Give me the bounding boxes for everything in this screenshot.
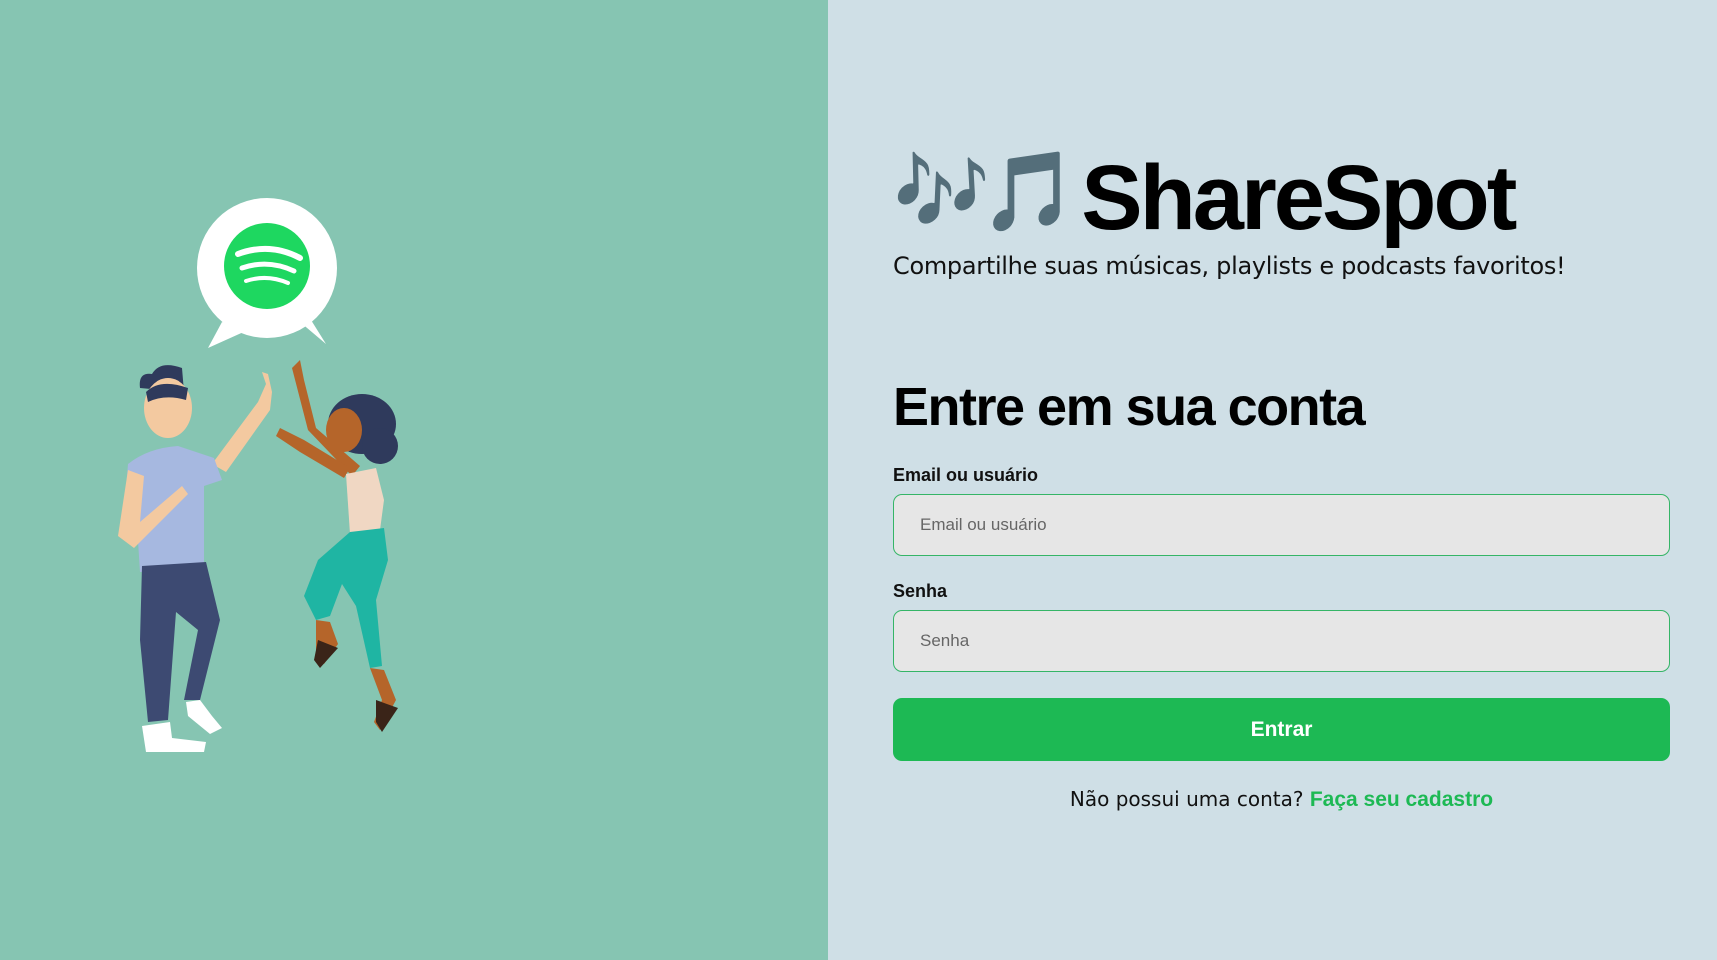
signup-link[interactable]: Faça seu cadastro xyxy=(1310,788,1493,811)
email-input[interactable] xyxy=(893,494,1670,556)
music-notes-icon: 🎶🎵 xyxy=(893,147,1077,237)
password-input[interactable] xyxy=(893,610,1670,672)
signup-row: Não possui uma conta? Faça seu cadastro xyxy=(893,787,1670,812)
password-label: Senha xyxy=(893,581,948,601)
login-content: 🎶🎵 ShareSpot Compartilhe suas músicas, p… xyxy=(893,148,1671,812)
brand-tagline: Compartilhe suas músicas, playlists e po… xyxy=(893,252,1566,280)
woman-figure xyxy=(276,360,398,732)
email-label: Email ou usuário xyxy=(893,465,1039,485)
login-button[interactable]: Entrar xyxy=(893,698,1670,761)
brand-name: ShareSpot xyxy=(1081,147,1517,249)
login-panel: 🎶🎵 ShareSpot Compartilhe suas músicas, p… xyxy=(828,0,1717,960)
spotify-logo-icon xyxy=(224,223,310,309)
high-five-illustration xyxy=(118,198,398,752)
signup-prompt: Não possui uma conta? xyxy=(1069,787,1304,811)
brand-header: 🎶🎵 ShareSpot xyxy=(893,148,1671,248)
login-title: Entre em sua conta xyxy=(893,377,1366,437)
man-figure xyxy=(118,365,272,752)
illustration-panel xyxy=(0,0,828,960)
